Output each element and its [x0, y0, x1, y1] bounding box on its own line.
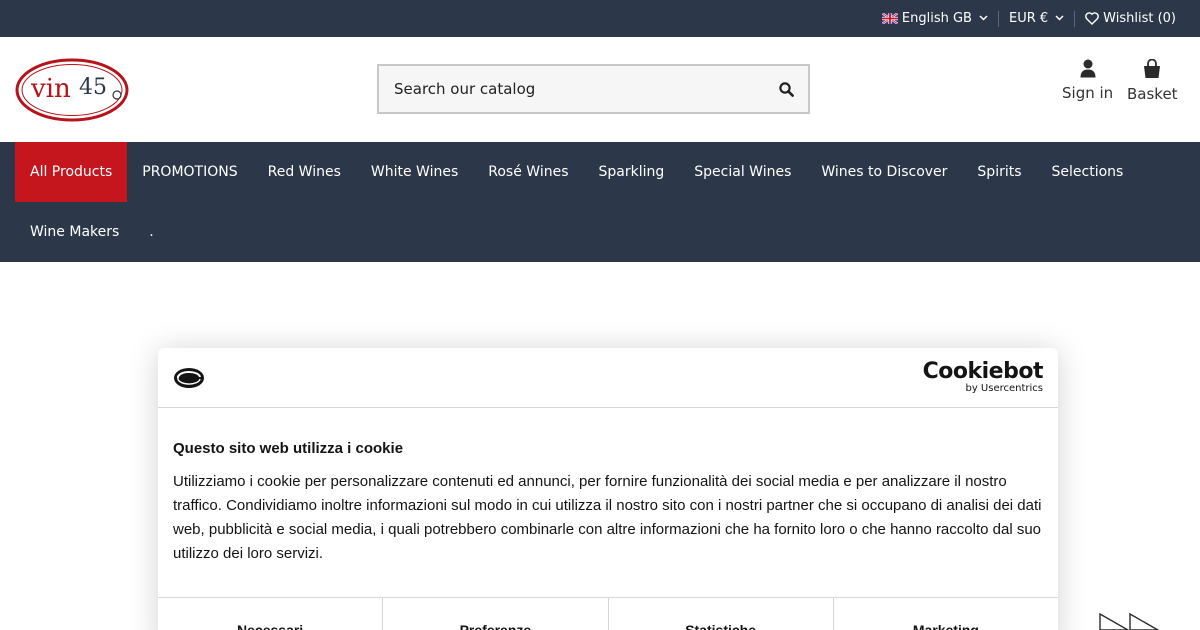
cookie-description: Utilizziamo i cookie per personalizzare … [173, 473, 1042, 562]
nav-row-1: All Products PROMOTIONS Red Wines White … [0, 142, 1200, 202]
cookiebot-logo-icon [174, 367, 204, 388]
language-selector[interactable]: English GB [872, 11, 998, 26]
chevron-down-icon [1055, 14, 1064, 24]
nav-item-promotions[interactable]: PROMOTIONS [127, 142, 252, 202]
svg-text:45: 45 [79, 75, 107, 100]
search-icon [778, 81, 794, 97]
search-box [377, 64, 810, 114]
nav-item-special-wines[interactable]: Special Wines [679, 142, 806, 202]
vin45-logo[interactable]: vin 45 [15, 57, 130, 122]
cookie-category-tabs: Necessari Preferenze Statistiche Marketi… [158, 597, 1058, 630]
cookie-tab-statistiche[interactable]: Statistiche [609, 598, 834, 630]
search-input[interactable] [394, 80, 764, 98]
wishlist-link[interactable]: Wishlist (0) [1075, 11, 1186, 26]
signin-link[interactable]: Sign in [1062, 59, 1113, 102]
signin-label: Sign in [1062, 84, 1114, 102]
nav-item-all-products[interactable]: All Products [15, 142, 128, 202]
uk-flag-icon [881, 13, 898, 24]
currency-selector[interactable]: EUR € [999, 11, 1074, 26]
nav-item-sparkling[interactable]: Sparkling [584, 142, 680, 202]
site-header: vin 45 Sign in Basket [0, 37, 1200, 142]
cookie-title: Questo sito web utilizza i cookie [173, 440, 404, 457]
cookie-consent-dialog: Cookiebot by Usercentrics Questo sito we… [158, 348, 1058, 630]
cookie-dialog-header: Cookiebot by Usercentrics [158, 348, 1058, 408]
top-bar: English GB EUR € Wishlist (0) [0, 0, 1200, 37]
nav-item-wines-to-discover[interactable]: Wines to Discover [806, 142, 962, 202]
nav-item-selections[interactable]: Selections [1037, 142, 1139, 202]
cookiebot-brand: Cookiebot by Usercentrics [922, 359, 1044, 394]
chevron-down-icon [979, 14, 988, 24]
nav-item-spirits[interactable]: Spirits [962, 142, 1036, 202]
nav-item-red-wines[interactable]: Red Wines [253, 142, 356, 202]
wishlist-label: Wishlist (0) [1103, 11, 1176, 26]
cookie-tab-preferenze[interactable]: Preferenze [383, 598, 609, 630]
currency-label: EUR € [1008, 11, 1049, 26]
cookiebot-brand-name: Cookiebot [922, 359, 1044, 384]
nav-item-wine-makers[interactable]: Wine Makers [15, 202, 134, 262]
basket-link[interactable]: Basket [1127, 59, 1178, 103]
user-icon [1080, 59, 1096, 78]
svg-text:vin: vin [30, 74, 71, 104]
heart-icon [1085, 12, 1100, 25]
language-label: English GB [901, 11, 972, 26]
cookie-tab-necessari[interactable]: Necessari [158, 598, 384, 630]
main-navigation: All Products PROMOTIONS Red Wines White … [0, 142, 1200, 262]
nav-item-white-wines[interactable]: White Wines [356, 142, 473, 202]
search-button[interactable] [764, 66, 808, 112]
cookiebot-brand-sub: by Usercentrics [965, 383, 1043, 394]
basket-label: Basket [1127, 85, 1178, 103]
cookie-tab-marketing[interactable]: Marketing [834, 598, 1058, 630]
nav-item-rose-wines[interactable]: Rosé Wines [473, 142, 583, 202]
carousel-next-arrows-icon[interactable] [1098, 612, 1160, 630]
shopping-bag-icon [1144, 59, 1161, 78]
nav-row-2: Wine Makers . [0, 202, 1200, 262]
cookie-dialog-body: Questo sito web utilizza i cookie Utiliz… [158, 408, 1058, 566]
nav-item-dot[interactable]: . [134, 202, 168, 262]
